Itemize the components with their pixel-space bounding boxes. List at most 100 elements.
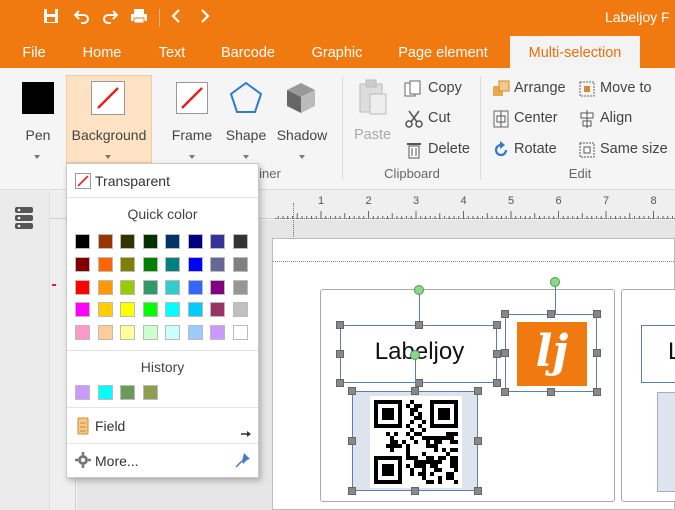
pen-button[interactable]: Pen bbox=[14, 127, 62, 143]
color-swatch[interactable] bbox=[187, 279, 203, 295]
tab-multi-selection[interactable]: Multi-selection bbox=[510, 36, 640, 68]
color-swatch[interactable] bbox=[232, 325, 248, 341]
tab-graphic[interactable]: Graphic bbox=[302, 36, 372, 68]
rotation-handle[interactable] bbox=[410, 350, 420, 360]
color-swatch[interactable] bbox=[165, 256, 180, 272]
resize-handle[interactable] bbox=[593, 310, 601, 318]
resize-handle[interactable] bbox=[501, 388, 509, 396]
transparent-option[interactable]: Transparent bbox=[95, 173, 170, 189]
resize-handle[interactable] bbox=[415, 321, 423, 329]
resize-handle[interactable] bbox=[348, 437, 356, 445]
history-swatch[interactable] bbox=[75, 385, 90, 400]
color-swatch[interactable] bbox=[120, 302, 135, 318]
color-swatch[interactable] bbox=[232, 256, 248, 272]
color-swatch[interactable] bbox=[187, 325, 203, 341]
resize-handle[interactable] bbox=[501, 310, 509, 318]
color-swatch[interactable] bbox=[75, 279, 90, 295]
rotate-button[interactable]: Rotate bbox=[514, 141, 557, 157]
color-swatch[interactable] bbox=[97, 325, 113, 341]
resize-handle[interactable] bbox=[336, 379, 344, 387]
color-swatch[interactable] bbox=[187, 302, 203, 318]
resize-handle[interactable] bbox=[501, 349, 509, 357]
tab-text[interactable]: Text bbox=[148, 36, 196, 68]
color-swatch[interactable] bbox=[75, 256, 90, 272]
more-option[interactable]: More... bbox=[95, 453, 139, 469]
redo-icon[interactable] bbox=[100, 8, 120, 29]
color-swatch[interactable] bbox=[232, 234, 248, 249]
frame-button[interactable]: Frame bbox=[168, 127, 216, 143]
color-swatch[interactable] bbox=[142, 234, 158, 249]
color-swatch[interactable] bbox=[165, 325, 180, 341]
color-swatch[interactable] bbox=[210, 279, 225, 295]
move-to-button[interactable]: Move to bbox=[600, 80, 652, 96]
color-swatch[interactable] bbox=[97, 302, 113, 318]
resize-handle[interactable] bbox=[348, 487, 356, 495]
resize-handle[interactable] bbox=[411, 387, 419, 395]
color-swatch[interactable] bbox=[142, 256, 158, 272]
color-swatch[interactable] bbox=[120, 234, 135, 249]
chevron-right-icon[interactable] bbox=[195, 8, 215, 29]
history-swatch[interactable] bbox=[97, 385, 113, 400]
text-object-partial[interactable]: L bbox=[641, 325, 675, 383]
color-swatch[interactable] bbox=[75, 234, 90, 249]
resize-handle[interactable] bbox=[474, 437, 482, 445]
delete-button[interactable]: Delete bbox=[428, 141, 470, 157]
resize-handle[interactable] bbox=[593, 349, 601, 357]
history-swatch[interactable] bbox=[142, 385, 158, 400]
color-swatch[interactable] bbox=[97, 234, 113, 249]
chevron-left-icon[interactable] bbox=[166, 8, 186, 29]
field-option[interactable]: Field bbox=[95, 418, 125, 434]
resize-handle[interactable] bbox=[415, 379, 423, 387]
color-swatch[interactable] bbox=[210, 234, 225, 249]
color-swatch[interactable] bbox=[165, 234, 180, 249]
resize-handle[interactable] bbox=[474, 487, 482, 495]
shape-button[interactable]: Shape bbox=[222, 127, 270, 143]
resize-handle[interactable] bbox=[348, 387, 356, 395]
paste-button[interactable]: Paste bbox=[354, 127, 391, 143]
resize-handle[interactable] bbox=[336, 321, 344, 329]
history-swatch[interactable] bbox=[120, 385, 135, 400]
arrange-button[interactable]: Arrange bbox=[514, 80, 566, 96]
logo-object[interactable]: lj bbox=[505, 314, 597, 392]
align-button[interactable]: Align bbox=[600, 110, 632, 126]
resize-handle[interactable] bbox=[593, 388, 601, 396]
same-size-button[interactable]: Same size bbox=[600, 141, 668, 157]
color-swatch[interactable] bbox=[120, 256, 135, 272]
color-swatch[interactable] bbox=[97, 279, 113, 295]
color-swatch[interactable] bbox=[187, 256, 203, 272]
color-swatch[interactable] bbox=[210, 325, 225, 341]
resize-handle[interactable] bbox=[493, 379, 501, 387]
undo-icon[interactable] bbox=[72, 8, 92, 29]
color-swatch[interactable] bbox=[232, 279, 248, 295]
resize-handle[interactable] bbox=[547, 310, 555, 318]
color-swatch[interactable] bbox=[165, 279, 180, 295]
copy-button[interactable]: Copy bbox=[428, 80, 462, 96]
shadow-button[interactable]: Shadow bbox=[274, 127, 330, 143]
resize-handle[interactable] bbox=[411, 487, 419, 495]
center-button[interactable]: Center bbox=[514, 110, 558, 126]
color-swatch[interactable] bbox=[142, 279, 158, 295]
qr-code-object[interactable] bbox=[352, 391, 478, 491]
color-swatch[interactable] bbox=[232, 302, 248, 318]
save-icon[interactable] bbox=[41, 8, 61, 29]
rotation-handle[interactable] bbox=[550, 277, 560, 287]
tab-page-element[interactable]: Page element bbox=[390, 36, 496, 68]
color-swatch[interactable] bbox=[142, 325, 158, 341]
color-swatch[interactable] bbox=[97, 256, 113, 272]
color-swatch[interactable] bbox=[165, 302, 180, 318]
layers-icon[interactable] bbox=[14, 206, 34, 233]
rotation-handle[interactable] bbox=[414, 285, 424, 295]
tab-file[interactable]: File bbox=[12, 36, 56, 68]
resize-handle[interactable] bbox=[493, 321, 501, 329]
pin-icon[interactable] bbox=[235, 452, 251, 471]
color-swatch[interactable] bbox=[75, 325, 90, 341]
print-icon[interactable] bbox=[129, 8, 149, 29]
tab-home[interactable]: Home bbox=[72, 36, 132, 68]
color-swatch[interactable] bbox=[120, 325, 135, 341]
cut-button[interactable]: Cut bbox=[428, 110, 451, 126]
resize-handle[interactable] bbox=[547, 388, 555, 396]
color-swatch[interactable] bbox=[120, 279, 135, 295]
tab-barcode[interactable]: Barcode bbox=[212, 36, 284, 68]
resize-handle[interactable] bbox=[493, 350, 501, 358]
resize-handle[interactable] bbox=[336, 350, 344, 358]
